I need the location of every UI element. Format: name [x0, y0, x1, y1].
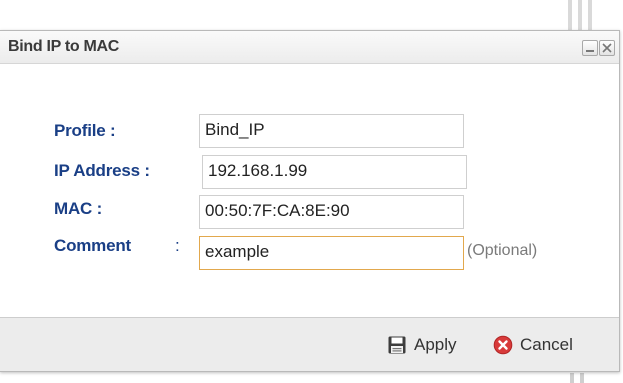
save-icon — [387, 335, 407, 355]
bind-ip-to-mac-dialog: Bind IP to MAC Profile : Bind_IP IP Addr… — [0, 30, 620, 372]
cancel-icon — [493, 335, 513, 355]
minimize-button[interactable] — [582, 40, 598, 56]
dialog-title: Bind IP to MAC — [8, 38, 120, 55]
dialog-titlebar: Bind IP to MAC — [0, 31, 619, 64]
profile-label: Profile : — [54, 121, 116, 140]
ip-address-input[interactable]: 192.168.1.99 — [202, 155, 467, 189]
comment-label: Comment — [54, 236, 131, 255]
cancel-button[interactable]: Cancel — [493, 333, 573, 357]
profile-input[interactable]: Bind_IP — [199, 114, 464, 148]
apply-label: Apply — [414, 335, 457, 354]
comment-input[interactable]: example — [199, 236, 464, 270]
close-button[interactable] — [599, 40, 615, 56]
close-icon — [602, 43, 612, 53]
optional-hint: (Optional) — [467, 242, 538, 259]
dialog-footer: Apply Cancel — [0, 317, 619, 371]
apply-button[interactable]: Apply — [387, 333, 457, 357]
mac-input[interactable]: 00:50:7F:CA:8E:90 — [199, 195, 464, 229]
ip-address-label: IP Address : — [54, 161, 150, 180]
cancel-label: Cancel — [520, 335, 573, 354]
background-window-edge-bottom — [565, 373, 605, 383]
comment-colon: : — [175, 236, 180, 255]
mac-label: MAC : — [54, 199, 103, 218]
